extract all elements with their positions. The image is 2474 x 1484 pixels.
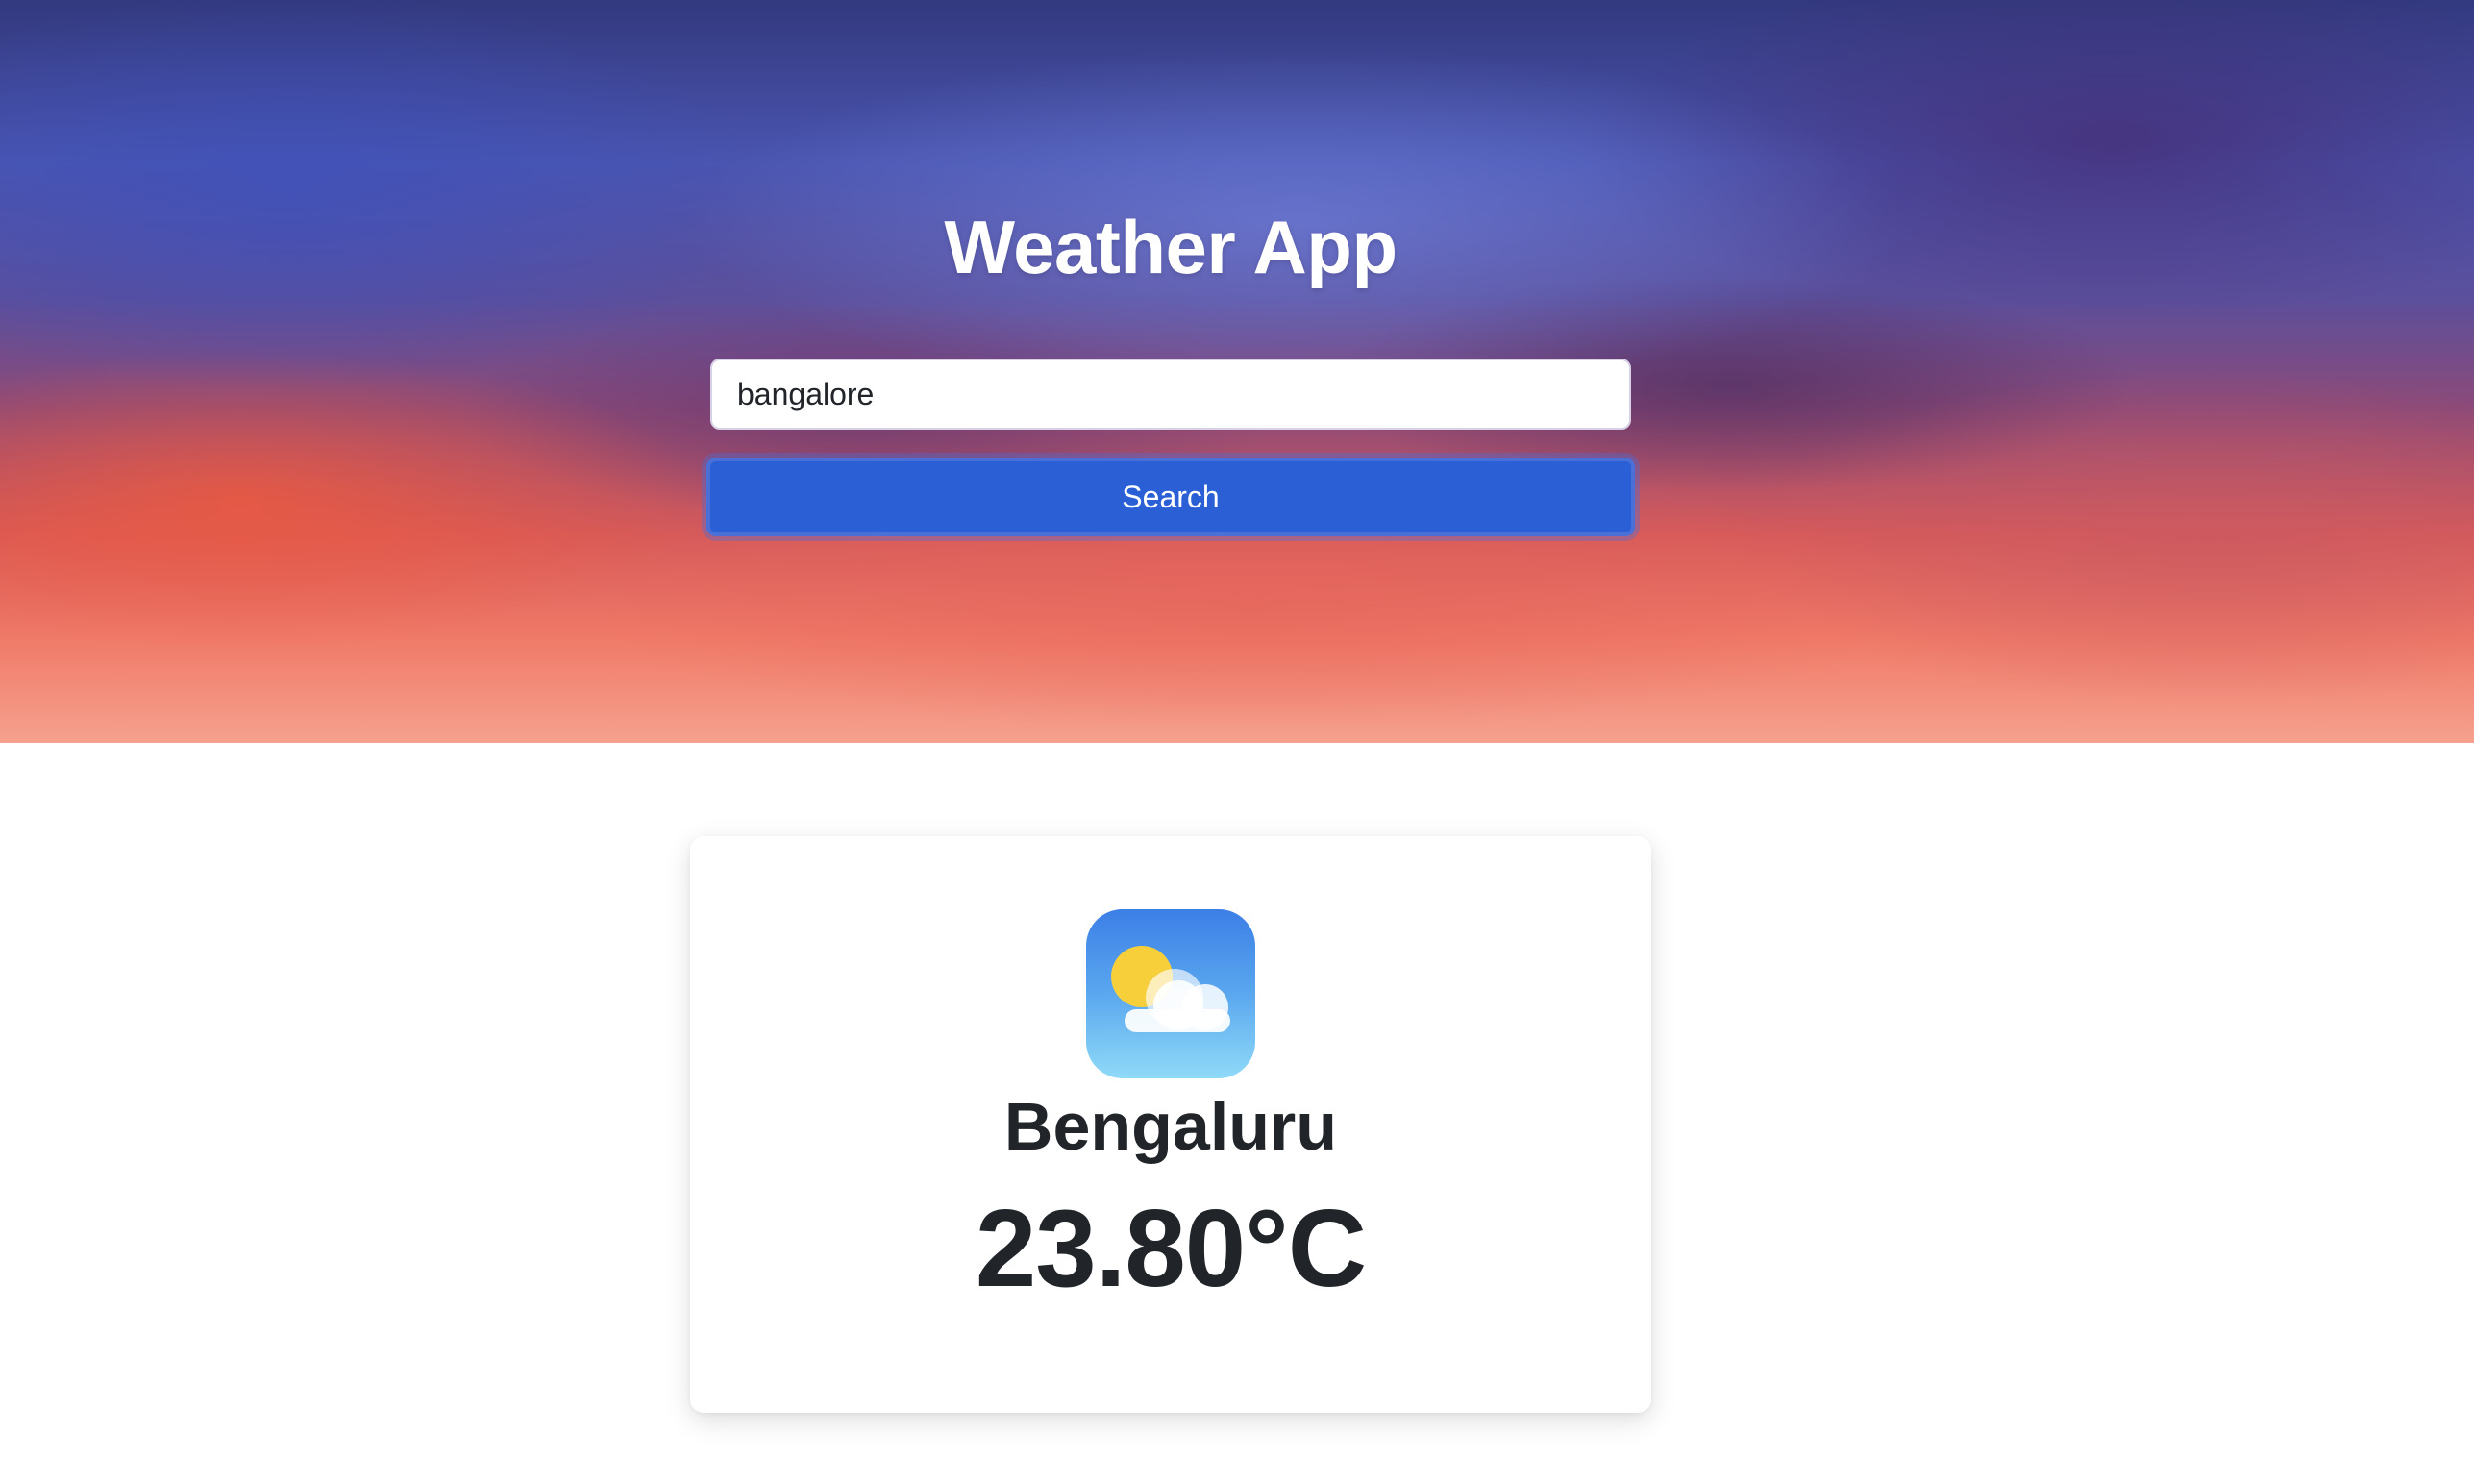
app-title: Weather App [944,205,1398,289]
weather-result-card: Bengaluru 23.80°C [690,836,1651,1413]
temperature-value: 23.80°C [975,1188,1367,1310]
city-search-input[interactable] [710,359,1631,430]
search-button[interactable]: Search [706,458,1635,536]
sky-banner: Weather App Search [0,0,2474,743]
partly-cloudy-icon [1086,909,1255,1078]
city-name: Bengaluru [1003,1089,1338,1164]
